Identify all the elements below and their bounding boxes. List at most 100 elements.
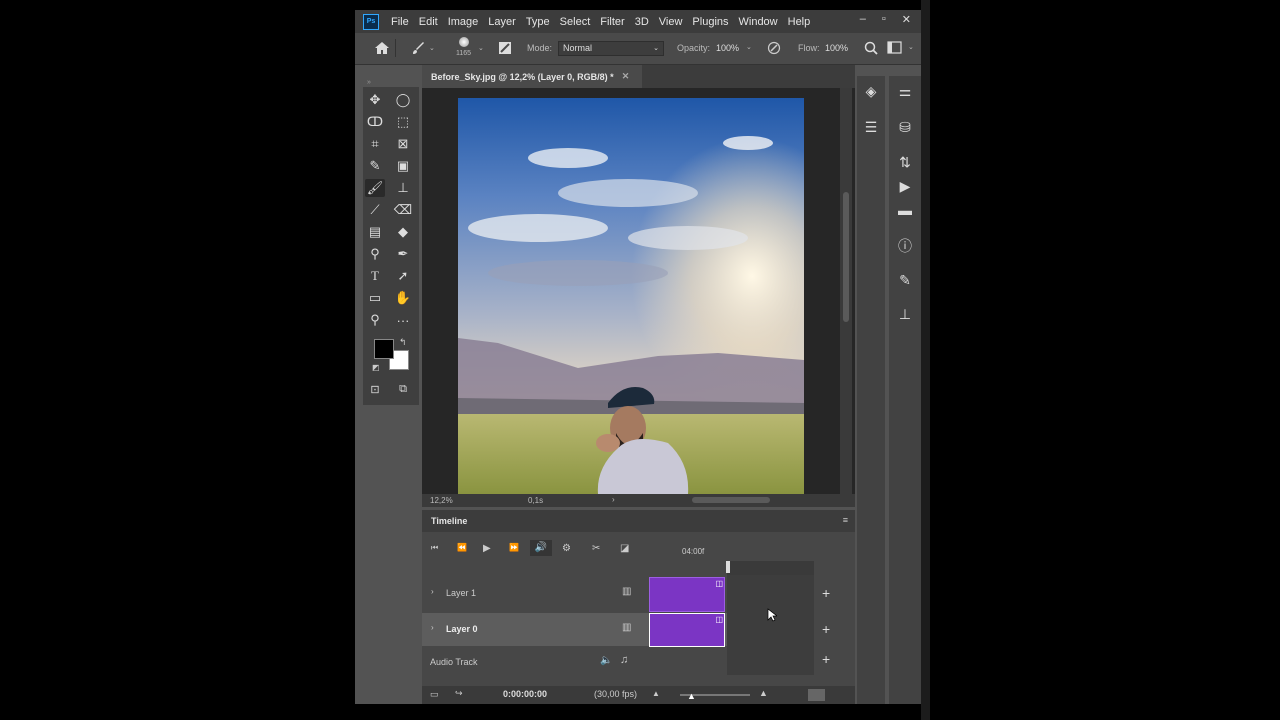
menu-plugins[interactable]: Plugins xyxy=(687,16,733,28)
slider-handle-icon[interactable]: ▲ xyxy=(687,691,696,701)
menu-select[interactable]: Select xyxy=(555,16,596,28)
menu-image[interactable]: Image xyxy=(443,16,484,28)
status-arrow-icon[interactable]: › xyxy=(612,495,615,504)
workspace-icon[interactable] xyxy=(887,41,902,54)
type-tool-icon[interactable]: T xyxy=(365,267,385,285)
track-audio[interactable]: Audio Track 🔈 ♫ xyxy=(422,646,727,679)
properties-icon[interactable]: ⚌ xyxy=(895,83,915,100)
home-icon[interactable] xyxy=(374,41,390,55)
menu-3d[interactable]: 3D xyxy=(630,16,654,28)
brush-tool-preset-icon[interactable] xyxy=(411,41,425,55)
brush-tool-icon[interactable]: 🖌 xyxy=(365,179,385,197)
convert-frame-icon[interactable]: ↪ xyxy=(455,688,463,699)
opacity-input[interactable]: 100% xyxy=(716,43,739,53)
menu-window[interactable]: Window xyxy=(734,16,783,28)
canvas-area[interactable] xyxy=(422,88,855,494)
hand-tool-icon[interactable]: ✋ xyxy=(393,289,413,307)
chevron-down-icon[interactable]: ⌄ xyxy=(478,44,484,52)
ellipse-marquee-tool-icon[interactable]: ◯ xyxy=(393,91,413,109)
horizontal-scrollbar[interactable] xyxy=(692,497,770,503)
time-ruler[interactable] xyxy=(727,561,814,575)
document-image[interactable] xyxy=(458,98,804,494)
brush-settings-icon[interactable] xyxy=(498,41,512,55)
menu-filter[interactable]: Filter xyxy=(595,16,629,28)
history-brush-tool-icon[interactable]: ⟋ xyxy=(365,201,385,219)
next-frame-icon[interactable]: ⏩ xyxy=(509,543,519,552)
frame-tool-icon[interactable]: ⊠ xyxy=(393,135,413,153)
menu-edit[interactable]: Edit xyxy=(414,16,443,28)
move-tool-icon[interactable]: ✥ xyxy=(365,91,385,109)
audio-toggle-icon[interactable]: 🔊 xyxy=(530,540,552,556)
clip-menu-icon[interactable]: ◫ xyxy=(715,579,723,588)
layers-icon[interactable]: ◈ xyxy=(861,83,881,100)
play-action-icon[interactable]: ▶ xyxy=(895,178,915,195)
close-tab-icon[interactable]: ✕ xyxy=(622,71,630,82)
panel-menu-icon[interactable]: ≡ xyxy=(843,515,848,525)
menu-help[interactable]: Help xyxy=(783,16,816,28)
vertical-scrollbar[interactable] xyxy=(840,88,852,494)
maximize-button[interactable]: ▫ xyxy=(882,13,886,26)
zoom-in-icon[interactable]: ▲ xyxy=(759,688,768,698)
add-audio-button[interactable]: + xyxy=(822,651,830,667)
render-video-icon[interactable]: ▭ xyxy=(430,689,439,700)
more-tools-icon[interactable]: ··· xyxy=(393,311,413,329)
play-icon[interactable]: ▶ xyxy=(483,543,491,554)
chevron-down-icon[interactable]: ⌄ xyxy=(429,44,435,52)
menu-file[interactable]: File xyxy=(386,16,414,28)
path-selection-tool-icon[interactable]: ➚ xyxy=(393,267,413,285)
adjustments-icon[interactable]: ☰ xyxy=(861,119,881,136)
gradient-tool-icon[interactable]: ▤ xyxy=(365,223,385,241)
zoom-level[interactable]: 12,2% xyxy=(430,496,453,505)
expand-chevron-icon[interactable]: › xyxy=(431,623,434,632)
info-icon[interactable]: ⓘ xyxy=(895,236,915,256)
crop-tool-icon[interactable]: ⌗ xyxy=(365,135,385,153)
split-scissors-icon[interactable]: ✂ xyxy=(592,543,600,554)
eyedropper-tool-icon[interactable]: ✎ xyxy=(365,157,385,175)
mode-select[interactable]: Normal ⌄ xyxy=(558,41,664,56)
flow-input[interactable]: 100% xyxy=(825,43,848,53)
timeline-scroll-thumb[interactable] xyxy=(808,689,825,701)
libraries-icon[interactable]: ⛁ xyxy=(895,119,915,136)
patch-tool-icon[interactable]: ▣ xyxy=(393,157,413,175)
pressure-opacity-icon[interactable] xyxy=(767,41,781,55)
lasso-tool-icon[interactable]: ↀ xyxy=(365,113,385,131)
dodge-tool-icon[interactable]: ⚲ xyxy=(365,245,385,263)
collapse-icon[interactable]: » xyxy=(367,79,371,86)
search-icon[interactable] xyxy=(864,41,878,55)
clip-layer-0[interactable]: ◫ xyxy=(649,613,725,647)
clone-stamp-tool-icon[interactable]: ⊥ xyxy=(393,179,413,197)
transition-icon[interactable]: ◪ xyxy=(620,543,629,554)
actions-icon[interactable]: ⇅ xyxy=(895,154,915,171)
minimize-button[interactable]: – xyxy=(860,13,866,26)
default-colors-icon[interactable]: ◩ xyxy=(372,363,380,372)
brushes-icon[interactable]: ✎ xyxy=(895,272,915,289)
object-selection-tool-icon[interactable]: ⬚ xyxy=(393,113,413,131)
previous-frame-icon[interactable]: ⏪ xyxy=(457,543,467,552)
eraser-tool-icon[interactable]: ⌫ xyxy=(393,201,413,219)
menu-type[interactable]: Type xyxy=(521,16,555,28)
menu-view[interactable]: View xyxy=(654,16,688,28)
menu-layer[interactable]: Layer xyxy=(483,16,521,28)
playhead[interactable] xyxy=(726,561,730,573)
chevron-down-icon[interactable]: ⌄ xyxy=(746,43,752,51)
zoom-tool-icon[interactable]: ⚲ xyxy=(365,311,385,329)
brush-preview-icon[interactable] xyxy=(459,37,469,47)
zoom-out-icon[interactable]: ▲ xyxy=(652,689,660,698)
expand-chevron-icon[interactable]: › xyxy=(431,587,434,596)
quick-mask-icon[interactable]: ⊡ xyxy=(365,380,385,398)
settings-gear-icon[interactable]: ⚙ xyxy=(562,543,571,554)
close-button[interactable]: ✕ xyxy=(902,13,911,26)
speaker-icon[interactable]: 🔈 xyxy=(600,655,612,666)
film-icon[interactable]: ▥ xyxy=(622,586,631,597)
pen-tool-icon[interactable]: ✒ xyxy=(393,245,413,263)
track-area[interactable] xyxy=(727,575,814,675)
comments-icon[interactable]: ▬ xyxy=(895,202,915,218)
go-to-first-frame-icon[interactable]: ⏮ xyxy=(431,543,438,553)
document-tab[interactable]: Before_Sky.jpg @ 12,2% (Layer 0, RGB/8) … xyxy=(422,65,642,88)
film-icon[interactable]: ▥ xyxy=(622,622,631,633)
clone-source-icon[interactable]: ⊥ xyxy=(895,306,915,323)
music-note-icon[interactable]: ♫ xyxy=(620,654,628,666)
add-media-button[interactable]: + xyxy=(822,585,830,601)
current-time[interactable]: 0:00:00:00 xyxy=(503,689,547,699)
screen-mode-icon[interactable]: ⧉ xyxy=(393,380,413,398)
